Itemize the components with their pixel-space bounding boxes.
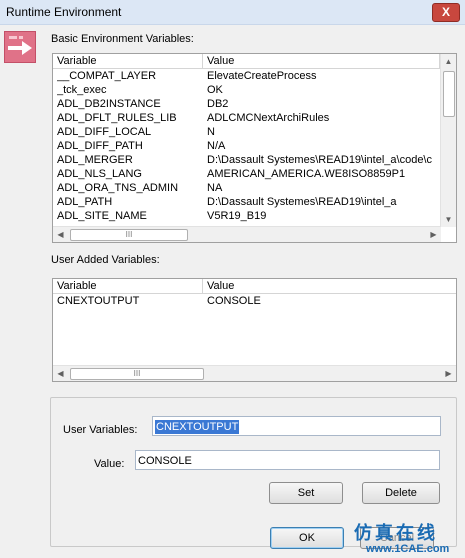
user-variables-label: User Variables: bbox=[63, 424, 138, 436]
scroll-left-icon[interactable]: ◀ bbox=[53, 227, 68, 242]
table-row[interactable]: ADL_DFLT_RULES_LIB ADLCMCNextArchiRules bbox=[53, 111, 456, 125]
basic-vertical-scrollbar[interactable]: ▲ ▼ bbox=[440, 54, 456, 227]
variable-cell: ADL_MERGER bbox=[57, 154, 133, 166]
user-vars-label: User Added Variables: bbox=[51, 254, 160, 266]
scroll-up-icon[interactable]: ▲ bbox=[441, 54, 456, 69]
close-icon: X bbox=[441, 5, 450, 19]
table-row[interactable]: ADL_DB2INSTANCE DB2 bbox=[53, 97, 456, 111]
table-row[interactable]: ADL_MERGER D:\Dassault Systemes\READ19\in… bbox=[53, 153, 456, 167]
value-cell: AMERICAN_AMERICA.WE8ISO8859P1 bbox=[207, 168, 406, 180]
value-cell: N/A bbox=[207, 140, 226, 152]
variable-cell: _tck_exec bbox=[57, 84, 107, 96]
variable-cell: ADL_DIFF_PATH bbox=[57, 140, 143, 152]
user-vars-header: Variable Value bbox=[53, 279, 456, 294]
column-header-value[interactable]: Value bbox=[203, 279, 456, 293]
value-cell: D:\Dassault Systemes\READ19\intel_a bbox=[207, 196, 397, 208]
value-label: Value: bbox=[94, 458, 125, 470]
variable-cell: ADL_SITE_NAME bbox=[57, 210, 147, 222]
table-row[interactable]: CNEXTOUTPUT CONSOLE bbox=[53, 294, 456, 308]
ok-button[interactable]: OK bbox=[270, 527, 344, 549]
dialog-client: Basic Environment Variables: Variable Va… bbox=[0, 25, 465, 558]
user-horizontal-scrollbar[interactable]: ◀ III ▶ bbox=[53, 365, 456, 381]
table-row[interactable]: ADL_DIFF_LOCAL N bbox=[53, 125, 456, 139]
scroll-thumb[interactable] bbox=[443, 71, 455, 117]
watermark-chinese-text: 仿真在线 bbox=[354, 523, 438, 544]
value-input[interactable]: CONSOLE bbox=[135, 450, 440, 470]
variable-cell: ADL_PATH bbox=[57, 196, 113, 208]
basic-vars-list[interactable]: Variable Value __COMPAT_LAYER ElevateCrea… bbox=[52, 53, 457, 243]
close-button[interactable]: X bbox=[432, 3, 460, 22]
variable-cell: __COMPAT_LAYER bbox=[57, 70, 157, 82]
scroll-thumb-horizontal[interactable]: III bbox=[70, 368, 204, 380]
value-cell: V5R19_B19 bbox=[207, 210, 267, 222]
basic-vars-label: Basic Environment Variables: bbox=[51, 33, 194, 45]
table-row[interactable]: ADL_DIFF_PATH N/A bbox=[53, 139, 456, 153]
value-cell: NA bbox=[207, 182, 223, 194]
table-row[interactable]: _tck_exec OK bbox=[53, 83, 456, 97]
value-cell: ADLCMCNextArchiRules bbox=[207, 112, 330, 124]
title-bar: Runtime Environment X bbox=[0, 0, 465, 25]
column-header-value[interactable]: Value bbox=[203, 54, 440, 68]
table-row[interactable]: ADL_SITE_NAME V5R19_B19 bbox=[53, 209, 456, 223]
set-button[interactable]: Set bbox=[269, 482, 343, 504]
delete-button[interactable]: Delete bbox=[362, 482, 440, 504]
value-cell: D:\Dassault Systemes\READ19\intel_a\code… bbox=[207, 154, 432, 166]
variable-cell: ADL_DFLT_RULES_LIB bbox=[57, 112, 177, 124]
arrow-right-icon bbox=[4, 31, 36, 63]
table-row[interactable]: ADL_NLS_LANG AMERICAN_AMERICA.WE8ISO8859P… bbox=[53, 167, 456, 181]
value-cell: CONSOLE bbox=[207, 295, 261, 307]
variable-cell: ADL_DB2INSTANCE bbox=[57, 98, 161, 110]
variable-cell: ADL_NLS_LANG bbox=[57, 168, 142, 180]
scroll-right-icon[interactable]: ▶ bbox=[441, 366, 456, 381]
user-vars-list[interactable]: Variable Value CNEXTOUTPUT CONSOLE ◀ III … bbox=[52, 278, 457, 382]
basic-vars-header: Variable Value bbox=[53, 54, 456, 69]
value-cell: OK bbox=[207, 84, 223, 96]
table-row[interactable]: ADL_PATH D:\Dassault Systemes\READ19\inte… bbox=[53, 195, 456, 209]
value-cell: ElevateCreateProcess bbox=[207, 70, 317, 82]
variable-cell: ADL_ORA_TNS_ADMIN bbox=[57, 182, 179, 194]
basic-horizontal-scrollbar[interactable]: ◀ III ▶ bbox=[53, 226, 441, 242]
window-title: Runtime Environment bbox=[6, 5, 122, 19]
value-cell: DB2 bbox=[207, 98, 229, 110]
watermark-url: www.1CAE.com bbox=[366, 543, 450, 555]
table-row[interactable]: ADL_ORA_TNS_ADMIN NA bbox=[53, 181, 456, 195]
column-header-variable[interactable]: Variable bbox=[53, 279, 203, 293]
watermark-logo: 仿真在线 www.1CAE.com bbox=[350, 519, 462, 557]
scroll-thumb-horizontal[interactable]: III bbox=[70, 229, 188, 241]
column-header-variable[interactable]: Variable bbox=[53, 54, 203, 68]
value-cell: N bbox=[207, 126, 215, 138]
scroll-left-icon[interactable]: ◀ bbox=[53, 366, 68, 381]
variable-cell: CNEXTOUTPUT bbox=[57, 295, 140, 307]
table-row[interactable]: __COMPAT_LAYER ElevateCreateProcess bbox=[53, 69, 456, 83]
variable-cell: ADL_DIFF_LOCAL bbox=[57, 126, 152, 138]
user-variables-input[interactable]: CNEXTOUTPUT bbox=[152, 416, 441, 436]
scroll-right-icon[interactable]: ▶ bbox=[426, 227, 441, 242]
scroll-down-icon[interactable]: ▼ bbox=[441, 212, 456, 227]
